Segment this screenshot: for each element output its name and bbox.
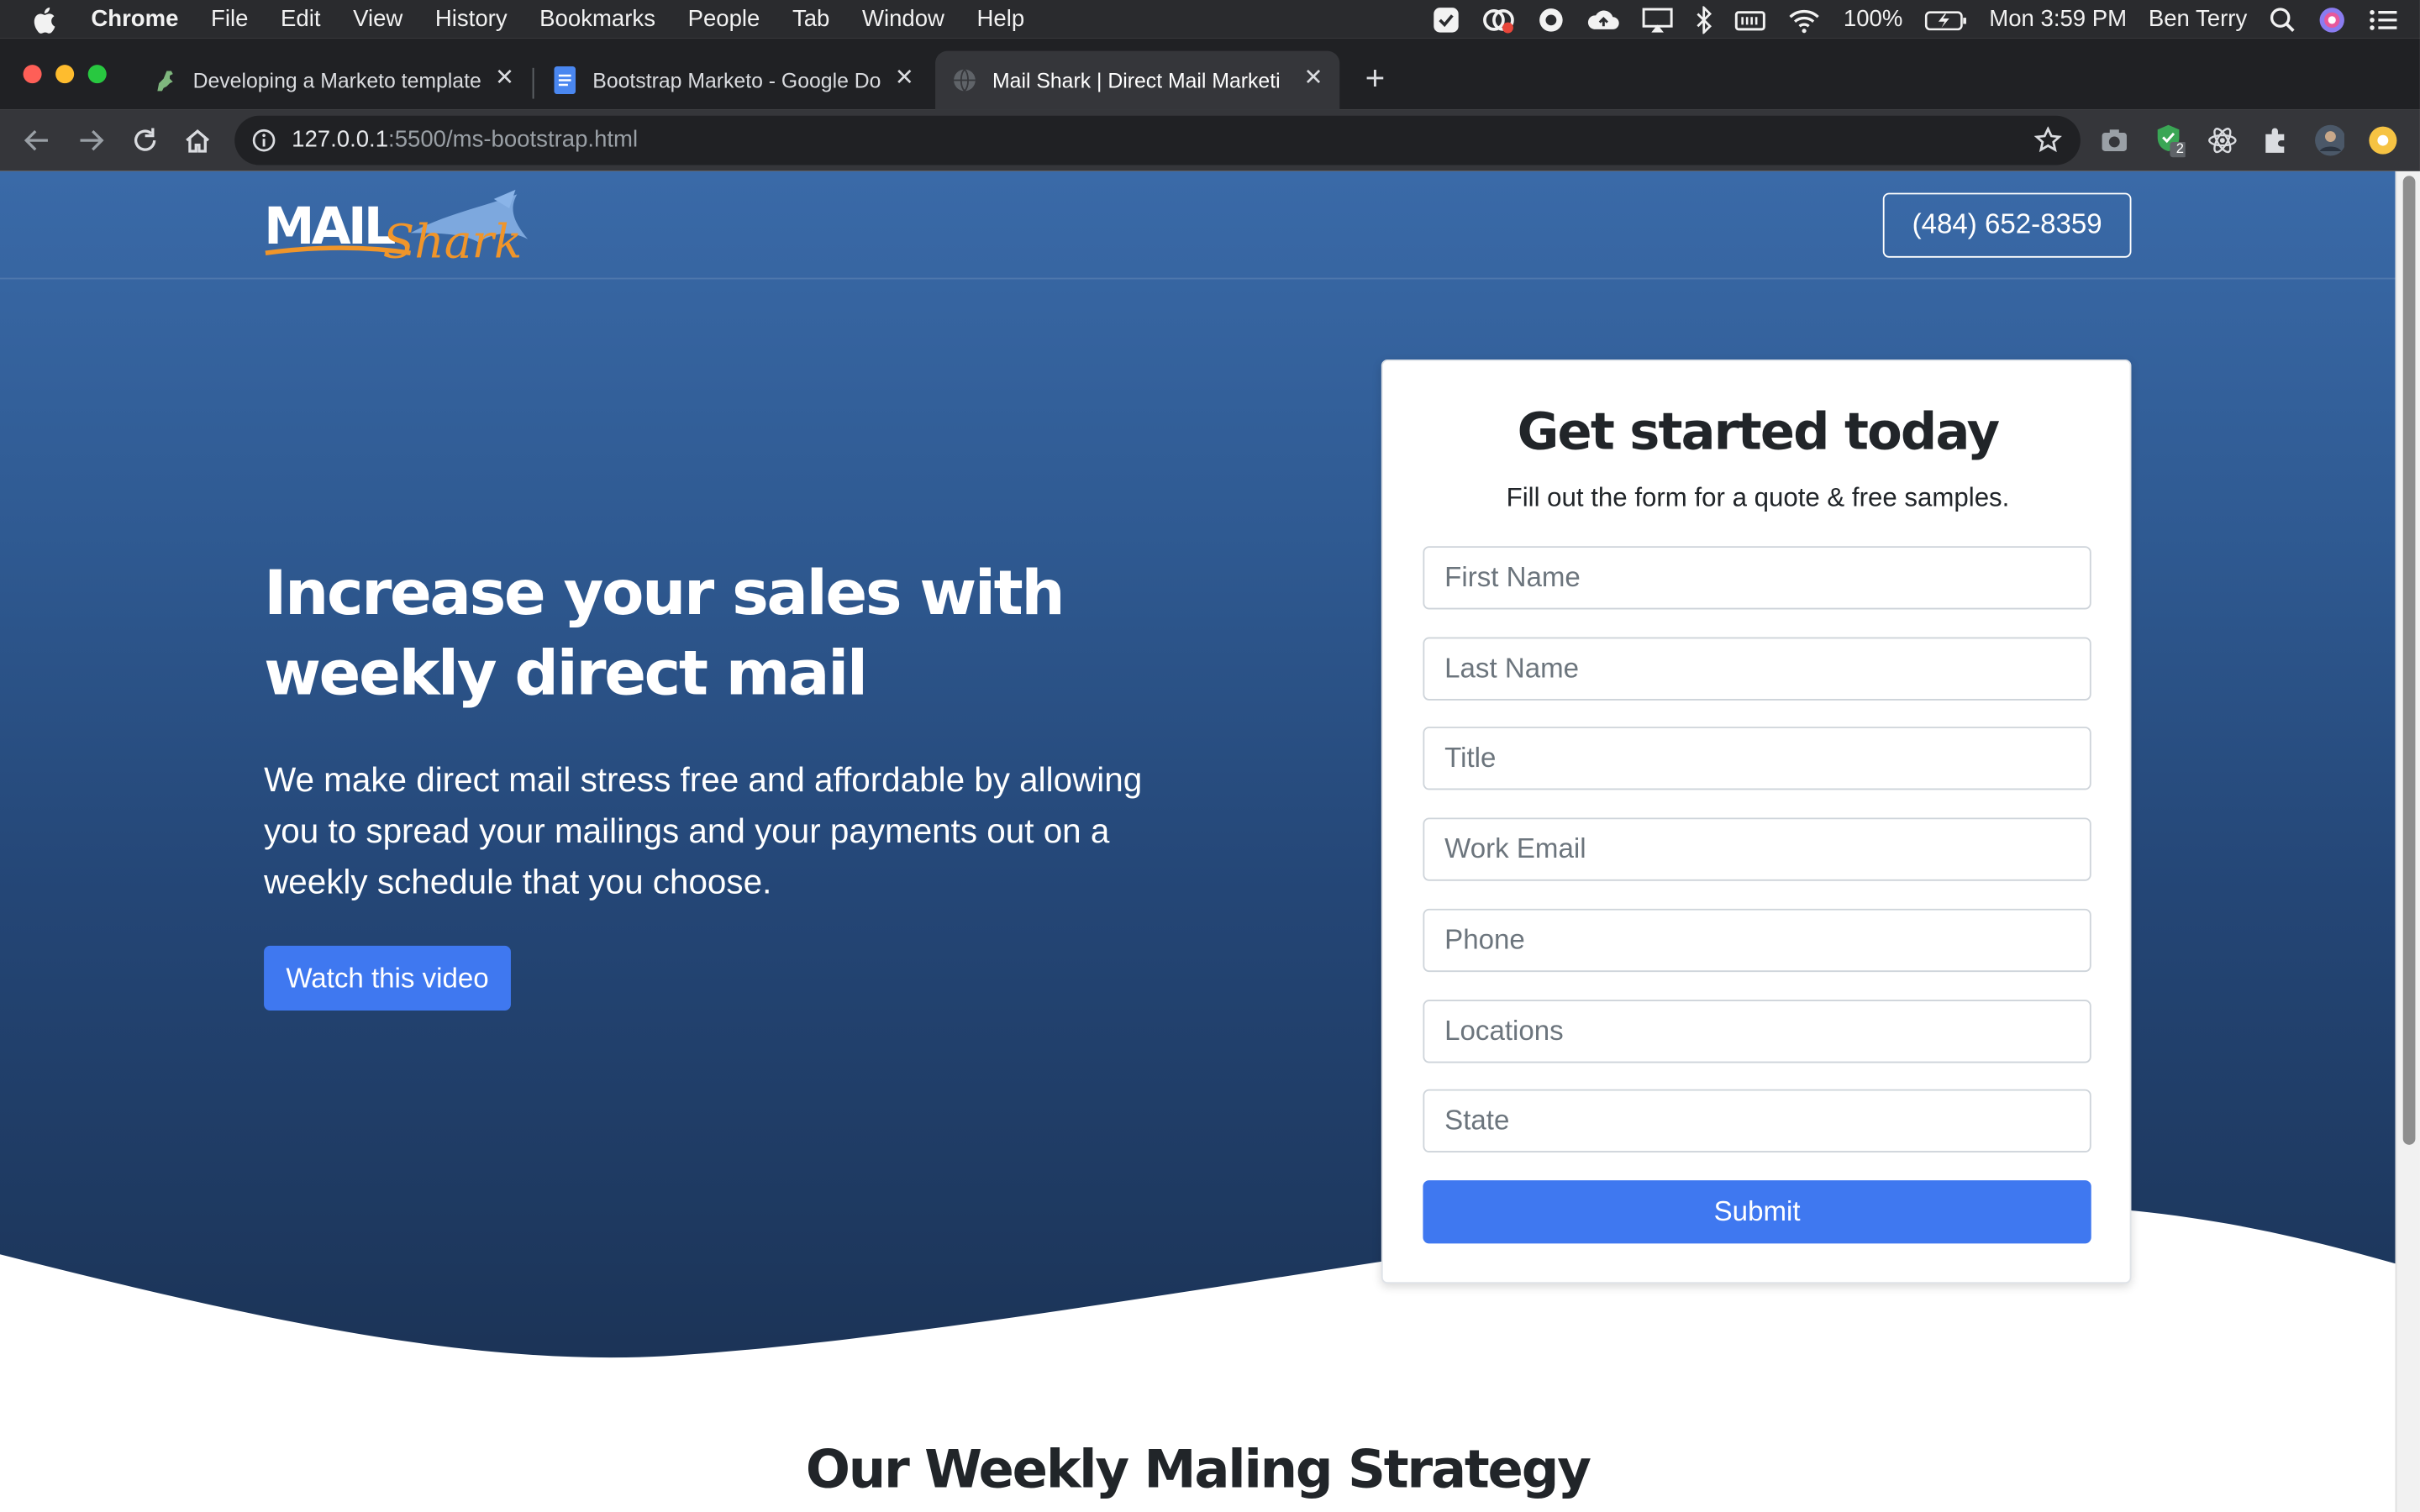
watch-video-button[interactable]: Watch this video <box>264 945 511 1011</box>
menu-bookmarks[interactable]: Bookmarks <box>539 6 655 32</box>
notification-center-icon[interactable] <box>2367 5 2398 33</box>
siri-icon[interactable] <box>2318 5 2346 33</box>
weekly-strategy-heading: Our Weekly Maling Strategy <box>805 1439 1591 1502</box>
form-subtitle: Fill out the form for a quote & free sam… <box>1506 482 2010 512</box>
profile-avatar[interactable] <box>2313 124 2344 156</box>
macos-menu-bar: Chrome File Edit View History Bookmarks … <box>0 0 2420 39</box>
logo-text-shark: Shark <box>383 215 523 269</box>
tab-divider <box>532 67 534 99</box>
close-tab-icon[interactable]: ✕ <box>893 66 915 90</box>
tab-google-doc[interactable]: Bootstrap Marketo - Google Do ✕ <box>535 51 930 110</box>
reload-icon[interactable] <box>129 125 160 156</box>
spotlight-search-icon[interactable] <box>2269 5 2296 33</box>
extensions-puzzle-icon[interactable] <box>2260 125 2291 156</box>
dinosaur-icon <box>151 66 179 94</box>
url-host: 127.0.0.1 <box>292 126 389 153</box>
url-text[interactable]: 127.0.0.1:5500/ms-bootstrap.html <box>292 127 638 153</box>
menu-extras: 100% Mon 3:59 PM Ben Terry <box>1433 0 2398 39</box>
apple-icon[interactable] <box>33 5 64 33</box>
update-indicator-icon[interactable] <box>2367 125 2398 156</box>
react-devtools-icon[interactable] <box>2207 125 2238 156</box>
menu-window[interactable]: Window <box>862 6 944 32</box>
battery-icon[interactable] <box>1924 5 1967 33</box>
last-name-field[interactable] <box>1423 637 2091 701</box>
close-tab-icon[interactable]: ✕ <box>1302 66 1324 90</box>
submit-button[interactable]: Submit <box>1423 1180 2091 1244</box>
scrollbar-thumb[interactable] <box>2402 176 2416 1145</box>
menu-edit[interactable]: Edit <box>281 6 320 32</box>
menu-tab[interactable]: Tab <box>792 6 829 32</box>
wifi-icon[interactable] <box>1788 5 1822 33</box>
menu-people[interactable]: People <box>688 6 760 32</box>
form-title: Get started today <box>1517 401 2001 462</box>
shield-extension-icon[interactable]: 2 <box>2154 124 2186 158</box>
cloud-upload-icon[interactable] <box>1587 5 1621 33</box>
phone-field[interactable] <box>1423 908 2091 973</box>
user-name[interactable]: Ben Terry <box>2149 6 2247 32</box>
bluetooth-icon[interactable] <box>1696 5 1714 34</box>
zoom-window-button[interactable] <box>87 65 107 84</box>
creative-cloud-icon[interactable] <box>1482 5 1516 33</box>
menu-history[interactable]: History <box>435 6 508 32</box>
menu-file[interactable]: File <box>211 6 248 32</box>
menu-app-name[interactable]: Chrome <box>91 6 178 32</box>
browser-toolbar: 127.0.0.1:5500/ms-bootstrap.html 2 <box>0 109 2420 171</box>
new-tab-button[interactable]: + <box>1358 61 1392 95</box>
tab-title: Bootstrap Marketo - Google Do <box>592 68 881 92</box>
tab-title: Mail Shark | Direct Mail Marketi <box>992 68 1281 92</box>
forward-icon[interactable] <box>76 125 107 156</box>
extension-badge: 2 <box>2175 140 2184 156</box>
clock[interactable]: Mon 3:59 PM <box>1989 6 2127 32</box>
minimize-window-button[interactable] <box>55 65 75 84</box>
web-page-viewport: MAIL Shark (484) 652-8359 Increase your … <box>0 171 2396 1512</box>
first-name-field[interactable] <box>1423 546 2091 610</box>
hero-subtext: We make direct mail stress free and affo… <box>264 760 1143 901</box>
address-bar[interactable]: 127.0.0.1:5500/ms-bootstrap.html <box>234 115 2081 165</box>
site-info-icon[interactable] <box>251 128 276 160</box>
mail-shark-logo[interactable]: MAIL Shark <box>262 186 540 277</box>
tab-mail-shark-active[interactable]: Mail Shark | Direct Mail Marketi ✕ <box>935 50 1340 110</box>
work-email-field[interactable] <box>1423 817 2091 881</box>
quote-form-card: Get started today Fill out the form for … <box>1381 359 2132 1284</box>
airplay-icon[interactable] <box>1643 5 1674 33</box>
google-docs-icon <box>551 66 579 95</box>
tab-title: Developing a Marketo template <box>192 68 481 92</box>
memory-icon[interactable] <box>1735 5 1766 33</box>
camera-extension-icon[interactable] <box>2099 125 2130 156</box>
url-path: :5500/ms-bootstrap.html <box>388 126 639 153</box>
site-navbar: MAIL Shark (484) 652-8359 <box>0 171 2396 280</box>
globe-icon <box>950 66 978 94</box>
state-field[interactable] <box>1423 1089 2091 1153</box>
title-field[interactable] <box>1423 727 2091 790</box>
tab-marketo-template[interactable]: Developing a Marketo template ✕ <box>136 51 531 110</box>
home-icon[interactable] <box>182 125 213 156</box>
close-tab-icon[interactable]: ✕ <box>494 66 516 90</box>
browser-tab-strip: Developing a Marketo template ✕ Bootstra… <box>0 38 2420 110</box>
menu-help[interactable]: Help <box>977 6 1025 32</box>
locations-field[interactable] <box>1423 1000 2091 1063</box>
close-window-button[interactable] <box>23 65 42 84</box>
menu-view[interactable]: View <box>353 6 402 32</box>
phone-number-button[interactable]: (484) 652-8359 <box>1882 192 2132 258</box>
back-icon[interactable] <box>22 125 53 156</box>
hero-headline: Increase your sales with weekly direct m… <box>264 558 1065 710</box>
bookmark-star-icon[interactable] <box>2033 126 2062 162</box>
sync-circle-icon[interactable] <box>1538 5 1565 33</box>
page-scrollbar[interactable] <box>2395 171 2420 1512</box>
battery-percent: 100% <box>1843 6 1903 33</box>
checkmark-status-icon[interactable] <box>1433 5 1460 33</box>
